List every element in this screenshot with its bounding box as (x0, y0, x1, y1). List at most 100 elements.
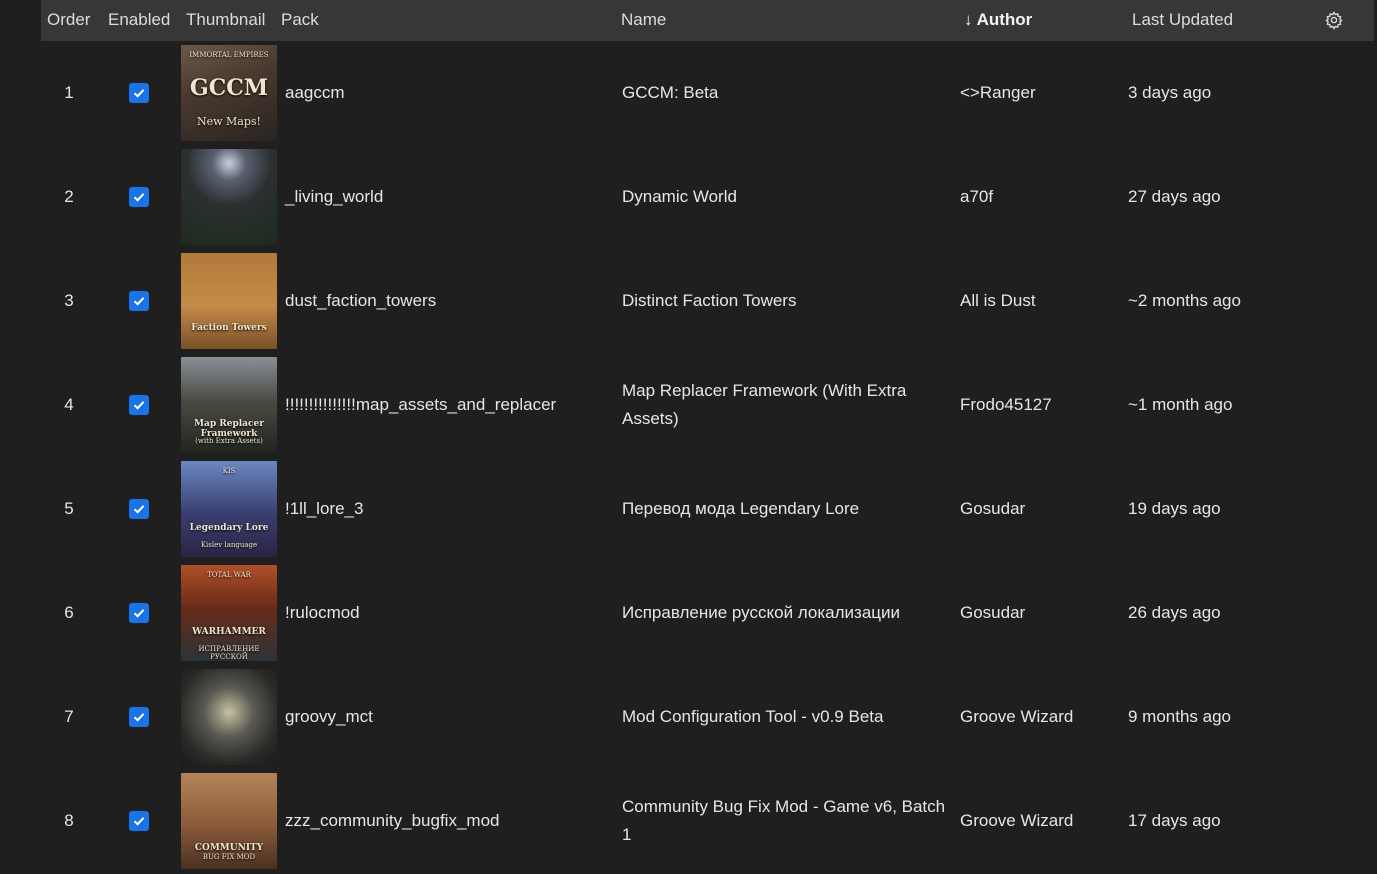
enabled-checkbox[interactable] (129, 83, 149, 103)
mod-author: Gosudar (960, 603, 1026, 622)
pack-filename: groovy_mct (285, 707, 373, 726)
thumbnail-image: IMMORTAL EMPIRES GCCM New Maps! (181, 45, 277, 141)
mod-author: a70f (960, 187, 994, 206)
order-cell: 7 (41, 665, 97, 769)
enabled-cell (129, 145, 149, 249)
order-cell: 2 (41, 145, 97, 249)
mod-name: Map Replacer Framework (With Extra Asset… (622, 381, 907, 428)
author-cell: Gosudar (960, 561, 1120, 665)
author-cell: <>Ranger (960, 41, 1120, 145)
name-cell: Mod Configuration Tool - v0.9 Beta (622, 665, 952, 769)
thumbnail-cell (181, 145, 279, 249)
last-updated: 26 days ago (1128, 603, 1221, 622)
name-cell: Dynamic World (622, 145, 952, 249)
gear-icon[interactable] (1324, 10, 1344, 30)
table-header: Order Enabled Thumbnail Pack Name ↓ Auth… (41, 0, 1374, 41)
column-header-enabled[interactable]: Enabled (108, 10, 170, 30)
thumbnail-cell: Map Replacer Framework (with Extra Assets… (181, 353, 279, 457)
enabled-cell (129, 249, 149, 353)
column-header-last-updated[interactable]: Last Updated (1132, 10, 1233, 30)
thumbnail-subtitle: New Maps! (197, 115, 261, 128)
thumbnail-tag: TOTAL WAR (207, 571, 251, 579)
name-cell: Исправление русской локализации (622, 561, 952, 665)
author-cell: Gosudar (960, 457, 1120, 561)
enabled-checkbox[interactable] (129, 291, 149, 311)
author-cell: a70f (960, 145, 1120, 249)
column-header-thumbnail[interactable]: Thumbnail (186, 10, 265, 30)
updated-cell: 27 days ago (1128, 145, 1328, 249)
order-number: 2 (64, 187, 74, 206)
pack-cell: !rulocmod (285, 561, 615, 665)
checkmark-icon (133, 609, 145, 618)
updated-cell: 17 days ago (1128, 769, 1328, 873)
pack-cell: _living_world (285, 145, 615, 249)
order-cell: 6 (41, 561, 97, 665)
thumbnail-subtitle: BUG FIX MOD (202, 853, 256, 861)
last-updated: 27 days ago (1128, 187, 1221, 206)
last-updated: 9 months ago (1128, 707, 1232, 726)
thumbnail-title: COMMUNITY (194, 843, 264, 853)
mod-author: Groove Wizard (960, 707, 1074, 726)
thumbnail-cell: IMMORTAL EMPIRES GCCM New Maps! (181, 41, 279, 145)
name-cell: Перевод мода Legendary Lore (622, 457, 952, 561)
enabled-checkbox[interactable] (129, 811, 149, 831)
pack-filename: !1ll_lore_3 (285, 499, 364, 518)
thumbnail-image: KIS Legendary Lore Kislev language (181, 461, 277, 557)
updated-cell: 26 days ago (1128, 561, 1328, 665)
checkmark-icon (133, 401, 145, 410)
mod-name: GCCM: Beta (622, 83, 719, 102)
table-row[interactable]: 8 COMMUNITY BUG FIX MOD zzz_community_bug… (41, 769, 1374, 873)
enabled-checkbox[interactable] (129, 499, 149, 519)
thumbnail-cell (181, 665, 279, 769)
order-number: 1 (64, 83, 74, 102)
mod-name: Исправление русской локализации (622, 603, 901, 622)
thumbnail-subtitle: Kislev language (200, 541, 258, 549)
updated-cell: ~2 months ago (1128, 249, 1328, 353)
column-header-order[interactable]: Order (47, 10, 90, 30)
thumbnail-subtitle: (with Extra Assets) (195, 437, 263, 445)
column-header-name[interactable]: Name (621, 10, 666, 30)
last-updated: 17 days ago (1128, 811, 1221, 830)
updated-cell: ~1 month ago (1128, 353, 1328, 457)
order-cell: 5 (41, 457, 97, 561)
thumbnail-title: Map Replacer Framework (194, 419, 264, 439)
thumbnail-cell: TOTAL WAR WARHAMMER ИСПРАВЛЕНИЕ РУССКОЙ ЛО… (181, 561, 279, 665)
author-cell: Groove Wizard (960, 769, 1120, 873)
pack-filename: !!!!!!!!!!!!!!!map_assets_and_replacer (285, 395, 557, 414)
pack-cell: !!!!!!!!!!!!!!!map_assets_and_replacer (285, 353, 615, 457)
mod-name: Dynamic World (622, 187, 737, 206)
table-row[interactable]: 3 Faction Towers dust_faction_towers Dis… (41, 249, 1374, 353)
enabled-cell (129, 353, 149, 457)
table-row[interactable]: 1 IMMORTAL EMPIRES GCCM New Maps! aagccm G… (41, 41, 1374, 145)
thumbnail-cell: COMMUNITY BUG FIX MOD (181, 769, 279, 873)
order-cell: 3 (41, 249, 97, 353)
enabled-cell (129, 457, 149, 561)
pack-cell: zzz_community_bugfix_mod (285, 769, 615, 873)
pack-cell: aagccm (285, 41, 615, 145)
mod-name: Distinct Faction Towers (622, 291, 797, 310)
table-row[interactable]: 6 TOTAL WAR WARHAMMER ИСПРАВЛЕНИЕ РУССКОЙ … (41, 561, 1374, 665)
enabled-checkbox[interactable] (129, 707, 149, 727)
mod-name: Перевод мода Legendary Lore (622, 499, 860, 518)
checkmark-icon (133, 193, 145, 202)
name-cell: GCCM: Beta (622, 41, 952, 145)
enabled-cell (129, 769, 149, 873)
last-updated: 19 days ago (1128, 499, 1221, 518)
table-row[interactable]: 5 KIS Legendary Lore Kislev language !1ll_… (41, 457, 1374, 561)
column-header-author[interactable]: ↓ Author (964, 10, 1032, 30)
order-number: 4 (64, 395, 74, 414)
table-row[interactable]: 4 Map Replacer Framework (with Extra Asse… (41, 353, 1374, 457)
pack-filename: zzz_community_bugfix_mod (285, 811, 500, 830)
thumbnail-title: GCCM (189, 75, 269, 101)
table-row[interactable]: 2 _living_world Dynamic World a70f 27 da… (41, 145, 1374, 249)
thumbnail-subtitle: ИСПРАВЛЕНИЕ РУССКОЙ ЛОКАЛИЗАЦИИ (198, 645, 260, 661)
enabled-checkbox[interactable] (129, 187, 149, 207)
pack-cell: dust_faction_towers (285, 249, 615, 353)
column-header-pack[interactable]: Pack (281, 10, 319, 30)
enabled-checkbox[interactable] (129, 603, 149, 623)
enabled-checkbox[interactable] (129, 395, 149, 415)
thumbnail-title: Faction Towers (191, 323, 267, 333)
table-row[interactable]: 7 groovy_mct Mod Configuration Tool - v0… (41, 665, 1374, 769)
order-number: 3 (64, 291, 74, 310)
thumbnail-title: WARHAMMER (192, 627, 266, 637)
